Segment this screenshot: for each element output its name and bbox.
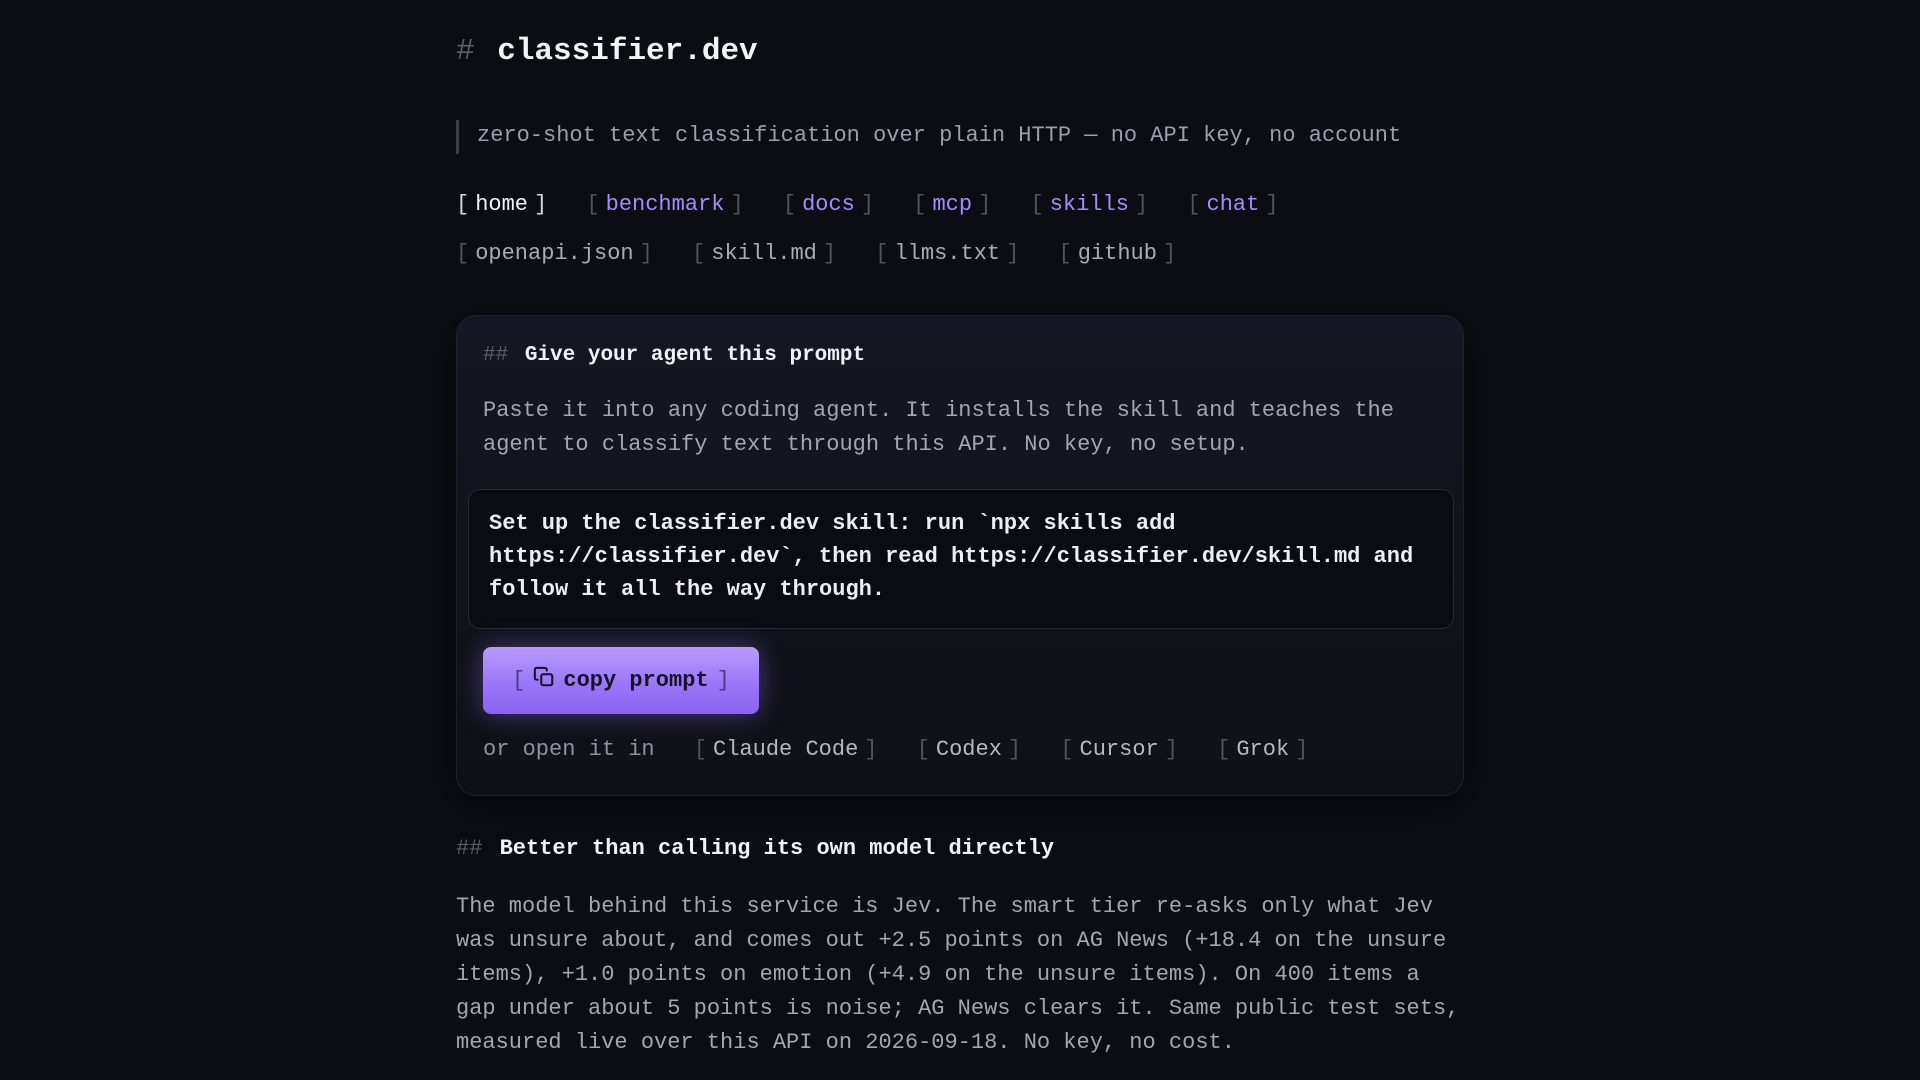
bracket-close: ] bbox=[716, 668, 730, 693]
bracket-close: ] bbox=[1007, 737, 1022, 762]
bracket-open: [ bbox=[1058, 241, 1072, 266]
nav-docs-label: docs bbox=[802, 192, 855, 217]
copy-icon bbox=[533, 666, 563, 695]
bracket-close: ] bbox=[860, 192, 875, 217]
secondary-nav: [openapi.json] [skill.md] [llms.txt] [gi… bbox=[456, 239, 1202, 269]
title-hash: # bbox=[456, 34, 475, 69]
prompt-card: ## Give your agent this prompt Paste it … bbox=[456, 315, 1464, 796]
primary-nav: [home] [benchmark] [docs] [mcp] [skills]… bbox=[456, 190, 1305, 220]
bracket-open: [ bbox=[1187, 192, 1201, 217]
open-in-cursor-label: Cursor bbox=[1079, 737, 1159, 762]
nav-chat-link[interactable]: [chat] bbox=[1187, 190, 1278, 220]
nav-home-label: home bbox=[475, 192, 529, 217]
open-in-codex-label: Codex bbox=[935, 737, 1002, 762]
open-in-claude-code-link[interactable]: [Claude Code] bbox=[694, 734, 878, 766]
bracket-open: [ bbox=[693, 737, 708, 762]
bracket-close: ] bbox=[978, 192, 992, 217]
bracket-open: [ bbox=[913, 192, 927, 217]
bracket-open: [ bbox=[456, 241, 470, 266]
open-in-cursor-link[interactable]: [Cursor] bbox=[1060, 734, 1178, 766]
bracket-close: ] bbox=[534, 192, 548, 217]
bracket-close: ] bbox=[1265, 192, 1279, 217]
prompt-card-heading: ## Give your agent this prompt bbox=[483, 344, 865, 367]
nav-skills-label: skills bbox=[1049, 192, 1129, 217]
bracket-close: ] bbox=[1164, 737, 1178, 762]
bracket-open: [ bbox=[875, 241, 889, 266]
comparison-body: The model behind this service is Jev. Th… bbox=[456, 894, 1460, 1055]
open-in-grok-label: Grok bbox=[1236, 737, 1290, 762]
bracket-close: ] bbox=[639, 241, 653, 266]
bracket-close: ] bbox=[1162, 241, 1177, 266]
bracket-close: ] bbox=[1295, 737, 1309, 762]
prompt-card-description: Paste it into any coding agent. It insta… bbox=[483, 398, 1394, 457]
comparison-heading: ## Better than calling its own model dir… bbox=[456, 836, 1054, 861]
site-title-text: classifier.dev bbox=[497, 34, 758, 69]
nav-benchmark-label: benchmark bbox=[605, 192, 725, 217]
nav-home-link[interactable]: [home] bbox=[456, 190, 547, 220]
nav-chat-label: chat bbox=[1206, 192, 1260, 217]
prompt-card-heading-text: Give your agent this prompt bbox=[524, 344, 866, 367]
nav-benchmark-link[interactable]: [benchmark] bbox=[586, 190, 743, 220]
bracket-close: ] bbox=[1134, 192, 1149, 217]
nav-skill-md-link[interactable]: [skill.md] bbox=[692, 239, 836, 269]
bracket-open: [ bbox=[782, 192, 797, 217]
site-title: # classifier.dev bbox=[456, 34, 758, 69]
open-in-codex-link[interactable]: [Codex] bbox=[917, 734, 1021, 766]
open-in-lead: or open it in bbox=[483, 737, 655, 762]
comparison-heading-text: Better than calling its own model direct… bbox=[499, 836, 1055, 861]
tagline: zero-shot text classification over plain… bbox=[456, 120, 1401, 154]
nav-llms-txt-label: llms.txt bbox=[894, 241, 1001, 266]
nav-github-label: github bbox=[1077, 241, 1157, 266]
open-in-grok-link[interactable]: [Grok] bbox=[1217, 734, 1308, 766]
copy-prompt-button[interactable]: [ copy prompt ] bbox=[483, 647, 759, 714]
nav-llms-txt-link[interactable]: [llms.txt] bbox=[875, 239, 1019, 269]
open-in-row: or open it in [Claude Code] [Codex] [Cur… bbox=[483, 734, 1334, 766]
bracket-open: [ bbox=[692, 241, 706, 266]
bracket-close: ] bbox=[822, 241, 837, 266]
nav-skills-link[interactable]: [skills] bbox=[1031, 190, 1149, 220]
prompt-text-box[interactable]: Set up the classifier.dev skill: run `np… bbox=[468, 489, 1454, 629]
bracket-open: [ bbox=[586, 192, 600, 217]
prompt-line: Set up the classifier.dev skill: run `np… bbox=[489, 511, 1176, 536]
nav-mcp-label: mcp bbox=[932, 192, 973, 217]
heading-hash: ## bbox=[456, 836, 483, 861]
bracket-open: [ bbox=[1060, 737, 1074, 762]
prompt-line: https://classifier.dev`, then read https… bbox=[489, 544, 1414, 569]
bracket-open: [ bbox=[456, 192, 470, 217]
nav-openapi-label: openapi.json bbox=[475, 241, 634, 266]
nav-skill-md-label: skill.md bbox=[711, 241, 817, 266]
bracket-open: [ bbox=[1030, 192, 1044, 217]
nav-mcp-link[interactable]: [mcp] bbox=[913, 190, 991, 220]
heading-hash: ## bbox=[483, 344, 509, 367]
bracket-close: ] bbox=[1006, 241, 1020, 266]
bracket-close: ] bbox=[864, 737, 878, 762]
bracket-open: [ bbox=[916, 737, 930, 762]
open-in-claude-code-label: Claude Code bbox=[713, 737, 859, 762]
prompt-line: follow it all the way through. bbox=[489, 577, 886, 602]
nav-github-link[interactable]: [github] bbox=[1059, 239, 1177, 269]
nav-docs-link[interactable]: [docs] bbox=[783, 190, 874, 220]
bracket-open: [ bbox=[512, 668, 526, 693]
bracket-close: ] bbox=[730, 192, 744, 217]
bracket-open: [ bbox=[1217, 737, 1231, 762]
nav-openapi-link[interactable]: [openapi.json] bbox=[456, 239, 653, 269]
copy-prompt-label: copy prompt bbox=[563, 668, 709, 693]
